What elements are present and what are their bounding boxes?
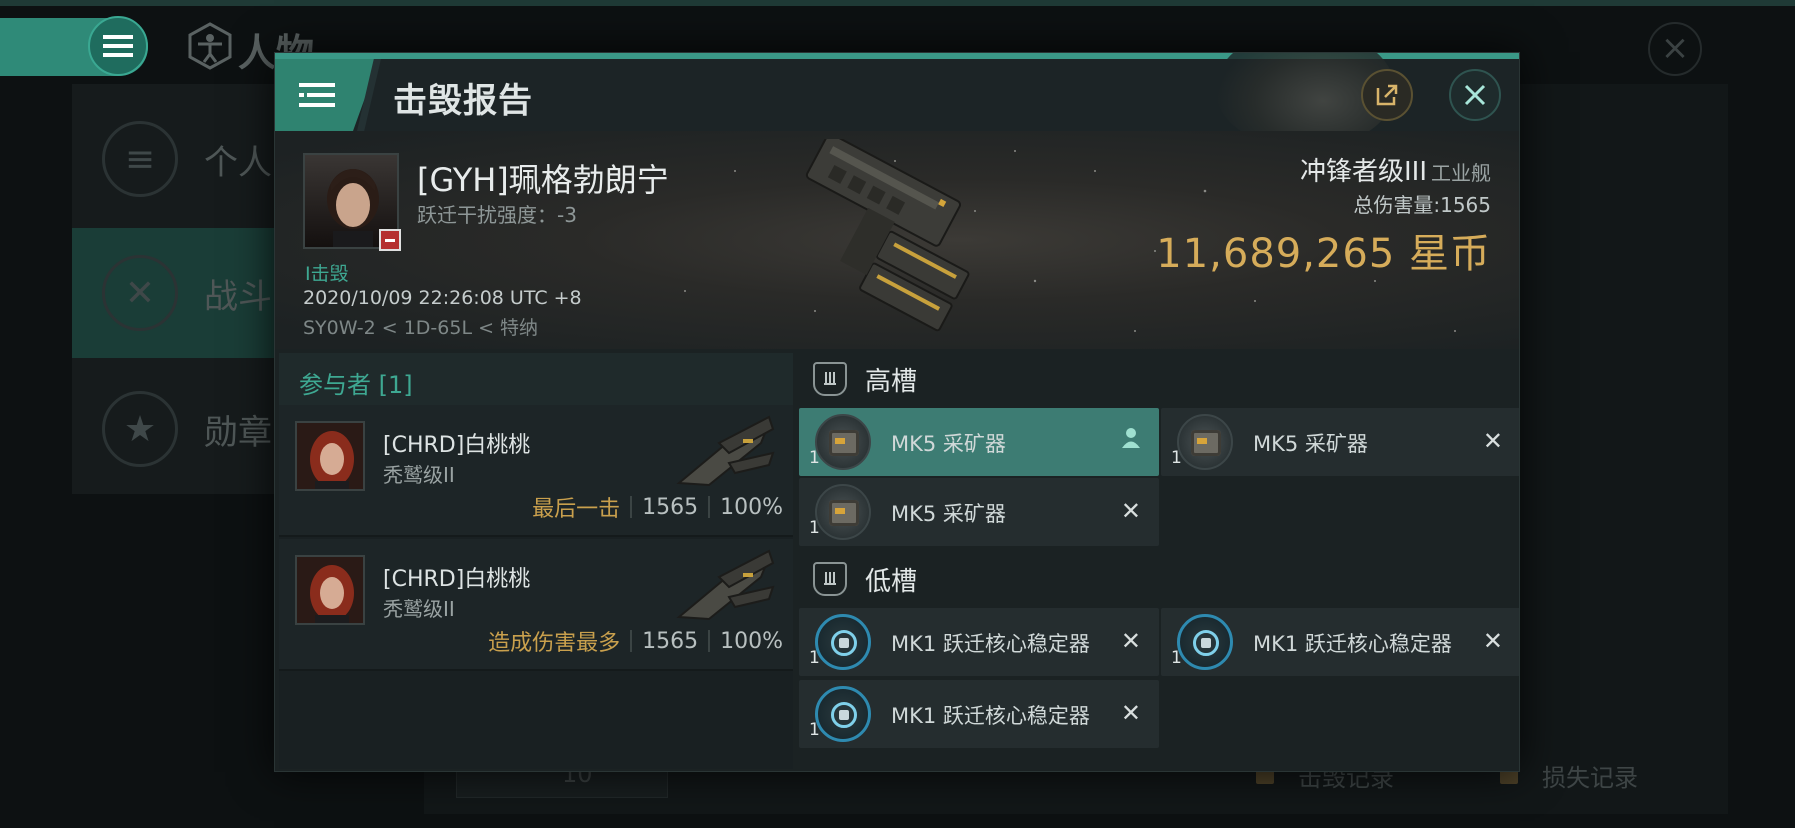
participant-ship-image [676, 549, 775, 621]
ship-name-text: 冲锋者级III [1299, 157, 1427, 187]
low-slots-header: 低槽 [799, 553, 1517, 605]
participant-damage: 1565 [642, 494, 699, 520]
participant-name: [CHRD]白桃桃 [383, 433, 531, 458]
participant-role: 最后一击 [532, 497, 621, 522]
share-icon [1376, 84, 1398, 106]
sidebar-item-label: 战斗 [204, 276, 272, 317]
dialog-close-button[interactable] [1449, 69, 1501, 121]
mining-laser-icon [815, 414, 871, 470]
stat-divider [630, 630, 633, 652]
participant-row[interactable]: [CHRD]白桃桃 秃鹫级II 最后一击 1565 100% [279, 405, 793, 537]
participant-portrait [295, 555, 365, 625]
module-item[interactable]: 1 MK1 跃迁核心稳定器 ✕ [1161, 608, 1519, 676]
warp-core-stabilizer-icon [815, 614, 871, 670]
participant-name: [CHRD]白桃桃 [383, 567, 531, 592]
main-menu-button[interactable] [88, 16, 148, 76]
share-button[interactable] [1361, 69, 1413, 121]
module-name: MK5 采矿器 [891, 502, 1006, 526]
participant-percent: 100% [720, 494, 783, 520]
high-slot-icon [813, 362, 847, 396]
warp-core-stabilizer-icon [815, 686, 871, 742]
kill-report-dialog: 击毁报告 [GYH]珮格勃朗宁 跃迁干扰强度：-3 I击毁 2020/10/09… [274, 52, 1520, 772]
module-item[interactable]: 1 MK1 跃迁核心稳定器 ✕ [799, 680, 1159, 748]
destroyed-x-icon: ✕ [1120, 699, 1141, 727]
module-name: MK1 跃迁核心稳定器 [1253, 632, 1452, 656]
victim-ship-image [805, 139, 970, 332]
ship-class: 工业舰 [1431, 161, 1491, 185]
participant-stats: 造成伤害最多 1565 100% [488, 625, 783, 657]
participant-row[interactable]: [CHRD]白桃桃 秃鹫级II 造成伤害最多 1565 100% [279, 539, 793, 671]
victim-name[interactable]: [GYH]珮格勃朗宁 [417, 155, 669, 201]
high-slots-header: 高槽 [799, 353, 1517, 405]
participant-stats: 最后一击 1565 100% [532, 491, 783, 523]
victim-banner: [GYH]珮格勃朗宁 跃迁干扰强度：-3 I击毁 2020/10/09 22:2… [275, 131, 1519, 349]
top-accent-line [0, 0, 1795, 6]
module-quantity: 1 [809, 720, 820, 740]
stat-divider [630, 496, 633, 518]
module-quantity: 1 [1171, 648, 1182, 668]
crossed-swords-icon: ✕ [102, 255, 178, 331]
module-item[interactable]: 1 MK5 采矿器 ✕ [1161, 408, 1519, 476]
mining-laser-icon [1177, 414, 1233, 470]
participant-ship: 秃鹫级II [383, 463, 455, 487]
participants-header: 参与者 [1] [279, 353, 793, 405]
tab-loss-records[interactable]: 损失记录 [1500, 752, 1638, 798]
victim-ship-name: 冲锋者级III 工业舰 [1300, 151, 1491, 188]
sidebar-item-label: 个人 [204, 142, 272, 183]
dialog-header: 击毁报告 [275, 53, 1519, 149]
pilot-portrait-image [310, 565, 354, 623]
total-damage: 总伤害量:1565 [1353, 193, 1491, 217]
module-name: MK5 采矿器 [1253, 432, 1368, 456]
module-quantity: 1 [1171, 448, 1182, 468]
mining-laser-icon [815, 484, 871, 540]
participant-ship: 秃鹫级II [383, 597, 455, 621]
participant-role: 造成伤害最多 [488, 631, 621, 656]
low-slots-label: 低槽 [865, 566, 918, 597]
destroyed-x-icon: ✕ [1482, 427, 1503, 455]
module-quantity: 1 [809, 648, 820, 668]
menu-icon [299, 83, 335, 107]
module-item[interactable]: 1 MK5 采矿器 [799, 408, 1159, 476]
loss-value: 11,689,265 星币 [1156, 231, 1491, 277]
star-icon: ★ [102, 391, 178, 467]
module-name: MK1 跃迁核心稳定器 [891, 632, 1090, 656]
participant-ship-image [676, 415, 775, 487]
character-icon [188, 22, 232, 70]
participants-list: [CHRD]白桃桃 秃鹫级II 最后一击 1565 100% [CHRD]白桃桃… [279, 405, 793, 769]
close-icon [1464, 84, 1486, 106]
menu-icon [103, 35, 133, 57]
participant-percent: 100% [720, 628, 783, 654]
tab-label: 损失记录 [1542, 763, 1638, 792]
hostile-badge [379, 229, 401, 251]
module-quantity: 1 [809, 518, 820, 538]
module-name: MK1 跃迁核心稳定器 [891, 704, 1090, 728]
participant-portrait [295, 421, 365, 491]
module-item[interactable]: 1 MK5 采矿器 ✕ [799, 478, 1159, 546]
pilot-portrait-image [310, 431, 354, 489]
destroyed-x-icon: ✕ [1120, 627, 1141, 655]
person-icon [1121, 426, 1141, 456]
page-close-button[interactable]: × [1648, 22, 1702, 76]
sidebar-item-label: 勋章 [204, 412, 272, 453]
participant-damage: 1565 [642, 628, 699, 654]
module-quantity: 1 [809, 448, 820, 468]
destroyed-x-icon: ✕ [1482, 627, 1503, 655]
stat-divider [708, 630, 711, 652]
dialog-title: 击毁报告 [393, 81, 533, 121]
module-name: MK5 采矿器 [891, 432, 1006, 456]
list-icon: ≡ [102, 121, 178, 197]
stat-divider [708, 496, 711, 518]
module-item[interactable]: 1 MK1 跃迁核心稳定器 ✕ [799, 608, 1159, 676]
kill-label: I击毁 [305, 263, 349, 285]
warp-strength: 跃迁干扰强度：-3 [417, 203, 577, 227]
warp-core-stabilizer-icon [1177, 614, 1233, 670]
kill-timestamp: 2020/10/09 22:26:08 UTC +8 [303, 287, 582, 309]
low-slot-icon [813, 562, 847, 596]
participants-title: 参与者 [1] [299, 371, 413, 399]
high-slots-label: 高槽 [865, 366, 918, 397]
kill-location: SY0W-2 < 1D-65L < 特纳 [303, 317, 539, 339]
destroyed-x-icon: ✕ [1120, 497, 1141, 525]
